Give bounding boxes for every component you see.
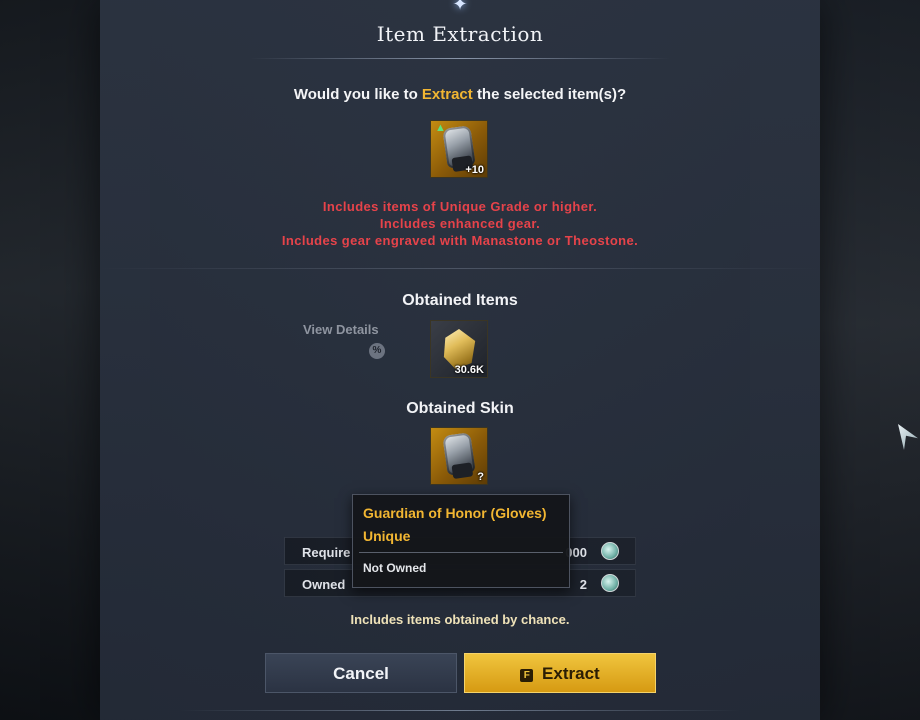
confirm-question: Would you like to Extract the selected i…: [0, 86, 920, 103]
enhance-level: +10: [465, 164, 484, 176]
question-prefix: Would you like to: [293, 86, 418, 103]
view-details-link[interactable]: View Details: [303, 322, 379, 337]
cancel-button[interactable]: Cancel: [265, 653, 457, 693]
extract-button-label: Extract: [542, 664, 600, 683]
hotkey-f-icon: F: [520, 669, 534, 682]
obtained-skin-slot[interactable]: ?: [430, 427, 488, 485]
chance-note: Includes items obtained by chance.: [350, 612, 570, 627]
warning-enhanced: Includes enhanced gear.: [379, 216, 541, 231]
obtained-item-qty: 30.6K: [454, 364, 484, 376]
selected-item-slot[interactable]: ▲ +10: [430, 120, 488, 178]
obtained-skin-qty: ?: [477, 471, 484, 483]
obtained-skin-title: Obtained Skin: [406, 400, 514, 417]
tooltip-divider: [359, 552, 563, 553]
upgrade-arrow-icon: ▲: [435, 122, 446, 134]
owned-cost-label: Owned: [302, 577, 346, 592]
gauntlet-icon: [442, 432, 476, 476]
skin-tooltip: Guardian of Honor (Gloves) Unique Not Ow…: [352, 494, 570, 588]
ornament-star-icon: ✦: [452, 0, 468, 14]
title-divider: [250, 58, 670, 59]
tooltip-item-name: Guardian of Honor (Gloves): [363, 505, 547, 521]
crystal-icon: [443, 329, 476, 369]
kinah-coin-icon: [601, 542, 619, 560]
bottom-divider: [180, 710, 740, 711]
extract-button[interactable]: F Extract: [464, 653, 656, 693]
owned-cost-value: 2: [579, 577, 587, 592]
gauntlet-icon: [442, 125, 476, 169]
required-cost-label: Require: [302, 545, 351, 560]
obtained-item-slot[interactable]: 30.6K: [430, 320, 488, 378]
tooltip-owned-status: Not Owned: [363, 561, 427, 575]
warning-engraved: Includes gear engraved with Manastone or…: [281, 233, 639, 248]
dialog-title: Item Extraction: [376, 22, 544, 46]
question-accent: Extract: [421, 86, 473, 103]
percent-icon[interactable]: %: [369, 343, 385, 359]
kinah-coin-icon: [601, 574, 619, 592]
warning-unique-grade: Includes items of Unique Grade or higher…: [322, 199, 598, 214]
question-suffix: the selected item(s)?: [476, 86, 627, 103]
section-divider: [100, 268, 820, 269]
obtained-items-title: Obtained Items: [402, 292, 518, 309]
tooltip-item-grade: Unique: [363, 528, 411, 544]
